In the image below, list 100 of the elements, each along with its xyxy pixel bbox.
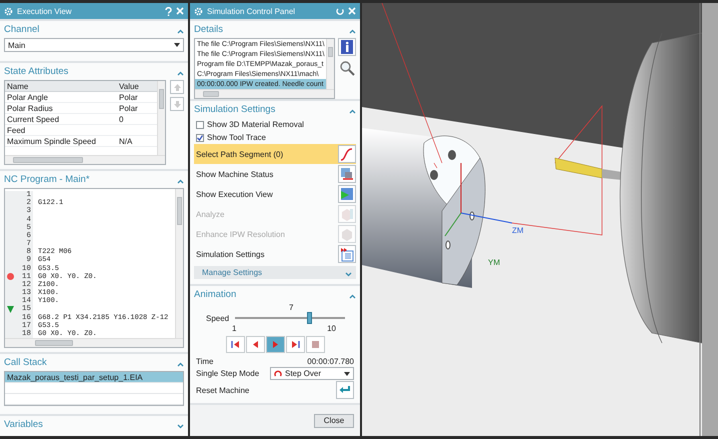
action-row[interactable]: Show Execution View bbox=[194, 184, 356, 204]
horizontal-scrollbar[interactable] bbox=[5, 338, 183, 347]
expand-chevron-icon[interactable] bbox=[177, 424, 184, 428]
step-back-icon bbox=[250, 340, 260, 349]
checkbox-label: Show 3D Material Removal bbox=[207, 120, 304, 129]
section-title: State Attributes bbox=[4, 66, 68, 77]
action-button[interactable] bbox=[338, 145, 356, 163]
call-stack-row[interactable]: Mazak_poraus_testi_par_setup_1.EIA bbox=[5, 372, 183, 383]
stop-icon bbox=[310, 340, 320, 349]
help-icon[interactable] bbox=[165, 6, 172, 16]
dropdown-caret-icon bbox=[344, 372, 350, 376]
collapse-chevron-icon[interactable] bbox=[177, 70, 184, 76]
step-forward-icon bbox=[290, 340, 300, 349]
table-cell-text: 0 bbox=[118, 114, 124, 124]
collapse-chevron-icon[interactable] bbox=[177, 178, 184, 184]
execution-tool-icon bbox=[339, 186, 355, 202]
table-cell-text: Polar Radius bbox=[6, 104, 54, 112]
section-title: Simulation Settings bbox=[194, 104, 276, 115]
checkbox[interactable] bbox=[196, 134, 204, 142]
section-title: Call Stack bbox=[4, 357, 47, 368]
manage-settings-bar[interactable]: Manage Settings bbox=[194, 266, 356, 279]
speed-slider-thumb[interactable] bbox=[306, 312, 312, 324]
action-button[interactable] bbox=[338, 165, 356, 183]
collapse-chevron-icon[interactable] bbox=[349, 28, 356, 34]
panel-title: Execution View bbox=[17, 6, 73, 16]
horizontal-scrollbar[interactable] bbox=[195, 89, 334, 98]
axis-label: YM bbox=[488, 258, 500, 267]
section-title: Variables bbox=[4, 419, 43, 430]
collapse-chevron-icon[interactable] bbox=[177, 28, 184, 34]
move-up-button[interactable] bbox=[170, 80, 184, 94]
back-button[interactable] bbox=[246, 336, 264, 353]
reset-icon[interactable] bbox=[336, 7, 344, 15]
breakpoint-icon[interactable] bbox=[6, 273, 14, 280]
action-row[interactable]: Simulation Settings bbox=[194, 244, 356, 264]
vertical-scrollbar[interactable] bbox=[157, 81, 165, 155]
table-cell-text: Feed bbox=[6, 126, 26, 134]
reset-machine-button[interactable] bbox=[336, 381, 354, 399]
skip-to-start-icon bbox=[230, 340, 240, 349]
move-down-button[interactable] bbox=[170, 97, 184, 111]
gear-icon bbox=[4, 6, 13, 16]
checkmark-icon bbox=[197, 134, 203, 140]
section-title: Details bbox=[194, 24, 224, 35]
column-header: Name bbox=[6, 82, 30, 90]
horizontal-scrollbar[interactable] bbox=[5, 155, 165, 164]
arrow-up-icon bbox=[174, 84, 180, 90]
analyze-tool-icon bbox=[339, 206, 355, 222]
first-button[interactable] bbox=[226, 336, 244, 353]
slider-min-label: 1 bbox=[232, 324, 236, 333]
speed-value: 7 bbox=[289, 303, 294, 312]
info-button[interactable] bbox=[338, 38, 356, 56]
action-button[interactable] bbox=[338, 185, 356, 203]
info-icon bbox=[341, 40, 353, 54]
play-icon bbox=[270, 340, 280, 349]
table-cell-text: Current Speed bbox=[6, 114, 60, 124]
step-mode-label: Single Step Mode bbox=[196, 369, 260, 378]
close-button[interactable]: Close bbox=[314, 414, 354, 428]
path-tool-icon bbox=[339, 146, 355, 162]
vertical-scrollbar[interactable] bbox=[175, 189, 183, 338]
checkbox-label: Show Tool Trace bbox=[207, 133, 266, 142]
vertical-scrollbar[interactable] bbox=[326, 39, 334, 89]
close-icon[interactable] bbox=[176, 7, 184, 15]
speed-label: Speed bbox=[206, 314, 230, 322]
dropdown-caret-icon bbox=[174, 43, 180, 47]
section-title: NC Program - Main* bbox=[4, 174, 90, 185]
axis-label: ZM bbox=[512, 226, 524, 235]
gear-icon bbox=[194, 6, 203, 16]
forward-button[interactable] bbox=[286, 336, 304, 353]
return-arrow-icon bbox=[339, 385, 351, 395]
slider-max-label: 10 bbox=[327, 324, 336, 333]
collapse-chevron-icon[interactable] bbox=[349, 108, 356, 114]
action-row[interactable]: Select Path Segment (0) bbox=[194, 144, 356, 164]
expand-chevron-icon[interactable] bbox=[345, 272, 352, 276]
collapse-chevron-icon[interactable] bbox=[177, 362, 184, 366]
checkbox[interactable] bbox=[196, 120, 204, 128]
table-cell-text: Polar Angle bbox=[6, 92, 49, 102]
time-value: 00:00:07.780 bbox=[307, 356, 354, 366]
column-header: Value bbox=[118, 82, 140, 90]
step-over-icon bbox=[274, 370, 282, 378]
collapse-chevron-icon[interactable] bbox=[349, 294, 356, 298]
table-cell-text: Polar bbox=[118, 92, 139, 102]
step-mode-dropdown[interactable]: Step Over bbox=[270, 367, 354, 380]
search-button[interactable] bbox=[338, 59, 356, 77]
action-button[interactable] bbox=[338, 245, 356, 263]
settings-tool-icon bbox=[339, 246, 355, 262]
stop-button[interactable] bbox=[306, 336, 324, 353]
table-cell-text: Maximum Spindle Speed bbox=[6, 136, 97, 146]
time-label: Time bbox=[196, 356, 214, 366]
arrow-down-icon bbox=[174, 100, 180, 108]
channel-dropdown[interactable]: Main bbox=[4, 38, 184, 52]
section-title: Animation bbox=[194, 289, 236, 300]
search-icon bbox=[339, 60, 355, 76]
close-icon[interactable] bbox=[348, 7, 356, 15]
action-row[interactable]: Show Machine Status bbox=[194, 164, 356, 184]
ipw-tool-icon bbox=[339, 226, 355, 242]
panel-title: Simulation Control Panel bbox=[207, 6, 296, 16]
status-tool-icon bbox=[339, 166, 355, 182]
reset-machine-label: Reset Machine bbox=[196, 386, 250, 394]
table-cell-text: Polar bbox=[118, 104, 139, 112]
section-title: Channel bbox=[4, 24, 40, 35]
play-button[interactable] bbox=[266, 336, 284, 353]
